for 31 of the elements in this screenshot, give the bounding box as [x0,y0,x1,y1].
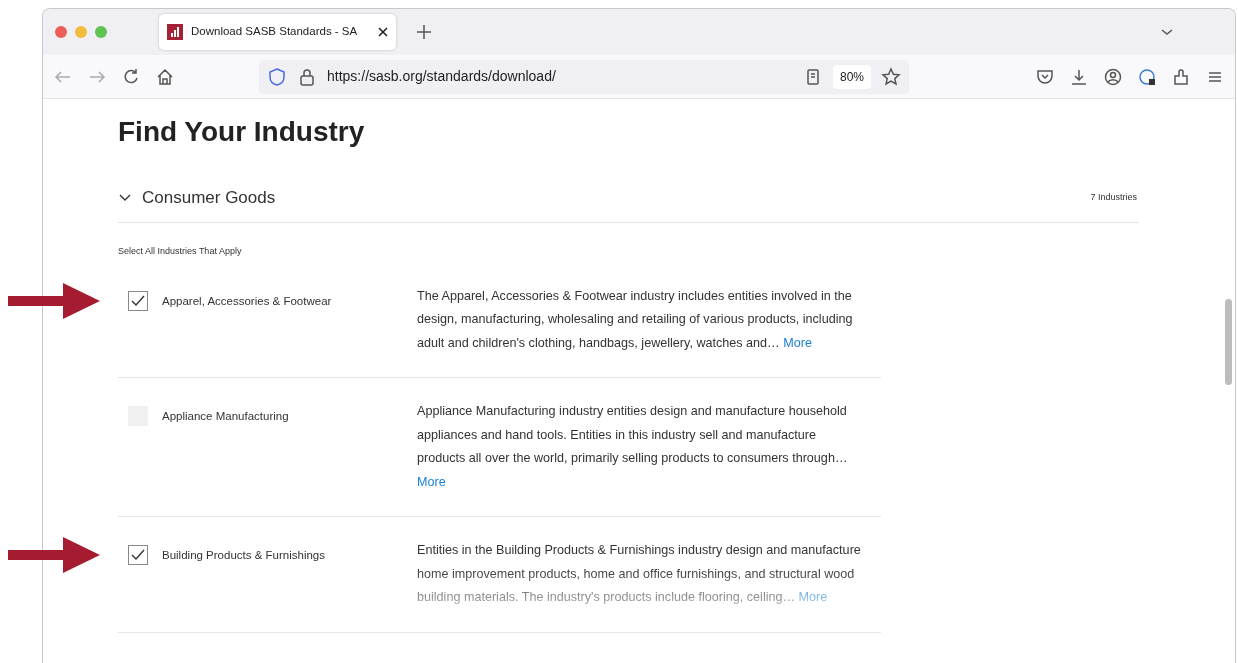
home-icon[interactable] [155,66,175,87]
star-icon[interactable] [881,66,901,87]
extension-icon[interactable] [1137,66,1157,87]
lock-icon [297,66,317,87]
close-tab-icon[interactable] [378,27,388,37]
zoom-level[interactable]: 80% [832,64,871,89]
new-tab-icon[interactable] [414,22,434,42]
section-header[interactable]: Consumer Goods 7 Industries [118,184,1139,224]
checkbox[interactable] [128,545,148,566]
industry-name: Building Products & Furnishings [162,548,325,564]
checkbox[interactable] [128,290,148,311]
more-link[interactable]: More [783,335,812,350]
instruction-text: Select All Industries That Apply [118,245,243,259]
section-title: Consumer Goods [142,186,276,209]
industry-count: 7 Industries [1090,190,1137,204]
address-bar[interactable]: https://sasb.org/standards/download/ 80% [259,59,909,94]
industry-description: Appliance Manufacturing industry entities design and manufacture household appliances and hand tools. Entities in this industry sell and manufacture products all over the world, primarily selling products to consumers through… More [417,403,849,491]
close-window-button[interactable] [55,26,67,38]
url-text: https://sasb.org/standards/download/ [327,67,556,86]
industry-description: Entities in the Building Products & Furnishings industry design and manufacture home improvement products, home and office furnishings, and structural wood building materials. The industry's products include flooring, ceiling… More [417,542,862,607]
industry-name: Appliance Manufacturing [162,409,289,425]
bar-chart-logo-icon [167,24,183,40]
page-title: Find Your Industry [118,115,366,149]
industry-name: Apparel, Accessories & Footwear [162,293,332,309]
tab-title: Download SASB Standards - SA [191,24,359,40]
shield-icon [267,66,287,87]
scrollbar-thumb[interactable] [1224,299,1232,385]
browser-tab[interactable]: Download SASB Standards - SA [159,14,396,50]
more-link[interactable]: More [417,474,446,489]
account-icon[interactable] [1103,66,1123,87]
industry-description: The Apparel, Accessories & Footwear industry includes entities involved in the design, manufacturing, wholesaling and retailing of various products, including adult and children's clothing, handbags, jewellery, watches and… More [417,287,854,352]
